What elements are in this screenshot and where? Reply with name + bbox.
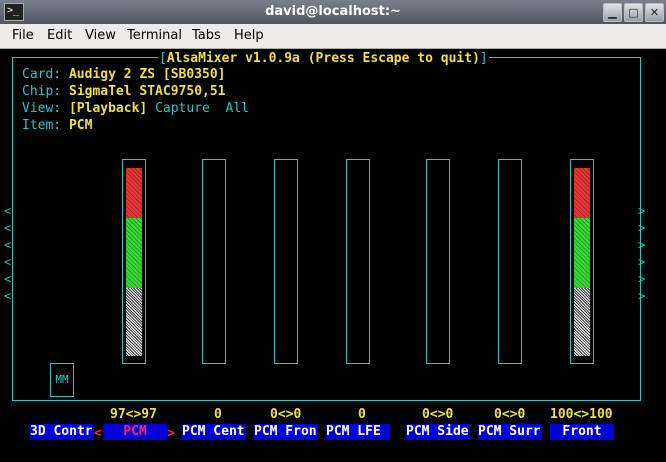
scroll-right-icon: >	[638, 289, 646, 303]
scroll-right-icon: >	[638, 221, 646, 235]
menu-bar: File Edit View Terminal Tabs Help	[0, 24, 666, 49]
item-row: Item: PCM	[22, 118, 92, 133]
channel-pcm-front[interactable]: PCM Fron	[254, 424, 318, 440]
volume-bar-pcm[interactable]	[122, 159, 146, 364]
maximize-button[interactable]: □	[624, 3, 643, 22]
chip-row: Chip: SigmaTel STAC9750,51	[22, 84, 226, 99]
selected-left-arrow: <	[94, 426, 102, 441]
menu-terminal[interactable]: Terminal	[127, 28, 182, 43]
volume-bar-pcm-lfe[interactable]	[346, 159, 370, 364]
view-playback[interactable]: [Playback]	[69, 101, 147, 116]
card-row: Card: Audigy 2 ZS [SB0350]	[22, 67, 226, 82]
terminal-area[interactable]: [AlsaMixer v1.0.9a (Press Escape to quit…	[0, 49, 666, 462]
channel-pcm[interactable]: PCM	[103, 424, 167, 440]
menu-file[interactable]: File	[12, 28, 34, 43]
value-pcm: 97<>97	[110, 407, 157, 422]
title-bar[interactable]: >_ david@localhost:~ ▁ □ ✕	[0, 0, 666, 24]
menu-edit[interactable]: Edit	[47, 28, 72, 43]
selected-right-arrow: >	[167, 426, 175, 441]
menu-help[interactable]: Help	[234, 28, 264, 43]
menu-tabs[interactable]: Tabs	[192, 28, 221, 43]
scroll-left-icon: <	[4, 238, 12, 252]
scroll-right-icon: >	[638, 238, 646, 252]
volume-bar-front[interactable]	[570, 159, 594, 364]
level-green-segment	[126, 218, 142, 288]
channel-3d-control[interactable]: 3D Contr	[30, 424, 94, 440]
volume-bar-pcm-center[interactable]	[202, 159, 226, 364]
scroll-left-icon: <	[4, 272, 12, 286]
scroll-left-icon: <	[4, 204, 12, 218]
value-pcm-front: 0<>0	[270, 407, 302, 422]
mixer-header-text: AlsaMixer v1.0.9a (Press Escape to quit)	[166, 51, 480, 66]
terminal-window: >_ david@localhost:~ ▁ □ ✕ File Edit Vie…	[0, 0, 666, 462]
view-all[interactable]: All	[226, 101, 249, 116]
chip-value: SigmaTel STAC9750,51	[68, 84, 226, 99]
value-pcm-surround: 0<>0	[494, 407, 526, 422]
scroll-left-icon: <	[4, 289, 12, 303]
card-label: Card:	[22, 67, 62, 82]
level-white-segment	[126, 288, 142, 356]
scroll-left-icon: <	[4, 255, 12, 269]
channel-front[interactable]: Front	[550, 424, 614, 440]
mute-switch-3d-control[interactable]: MM	[50, 363, 74, 397]
value-pcm-center: 0	[214, 407, 222, 422]
level-green-segment	[574, 218, 590, 288]
chip-label: Chip:	[22, 84, 62, 99]
value-pcm-lfe: 0	[358, 407, 366, 422]
value-pcm-side: 0<>0	[422, 407, 454, 422]
card-value: Audigy 2 ZS [SB0350]	[68, 67, 226, 82]
channel-pcm-surround[interactable]: PCM Surr	[478, 424, 542, 440]
scroll-left-icon: <	[4, 221, 12, 235]
minimize-button[interactable]: ▁	[603, 3, 622, 22]
level-red-segment	[574, 168, 590, 218]
item-label: Item:	[22, 118, 62, 133]
channel-pcm-side[interactable]: PCM Side	[406, 424, 470, 440]
scroll-right-icon: >	[638, 272, 646, 286]
item-value: PCM	[68, 118, 93, 133]
volume-bar-pcm-surround[interactable]	[498, 159, 522, 364]
close-button[interactable]: ✕	[645, 3, 664, 22]
channel-pcm-lfe[interactable]: PCM LFE	[326, 424, 390, 440]
scroll-right-icon: >	[638, 255, 646, 269]
menu-view[interactable]: View	[85, 28, 116, 43]
mixer-header: [AlsaMixer v1.0.9a (Press Escape to quit…	[158, 51, 489, 66]
channel-pcm-center[interactable]: PCM Cent	[182, 424, 246, 440]
view-label: View:	[22, 101, 62, 116]
volume-bar-pcm-side[interactable]	[426, 159, 450, 364]
level-red-segment	[126, 168, 142, 218]
scroll-right-icon: >	[638, 204, 646, 218]
volume-bar-pcm-front[interactable]	[274, 159, 298, 364]
level-white-segment	[574, 288, 590, 356]
window-title: david@localhost:~	[265, 4, 401, 19]
view-row: View: [Playback] Capture All	[22, 101, 249, 116]
view-capture[interactable]: Capture	[155, 101, 210, 116]
value-front: 100<>100	[550, 407, 613, 422]
